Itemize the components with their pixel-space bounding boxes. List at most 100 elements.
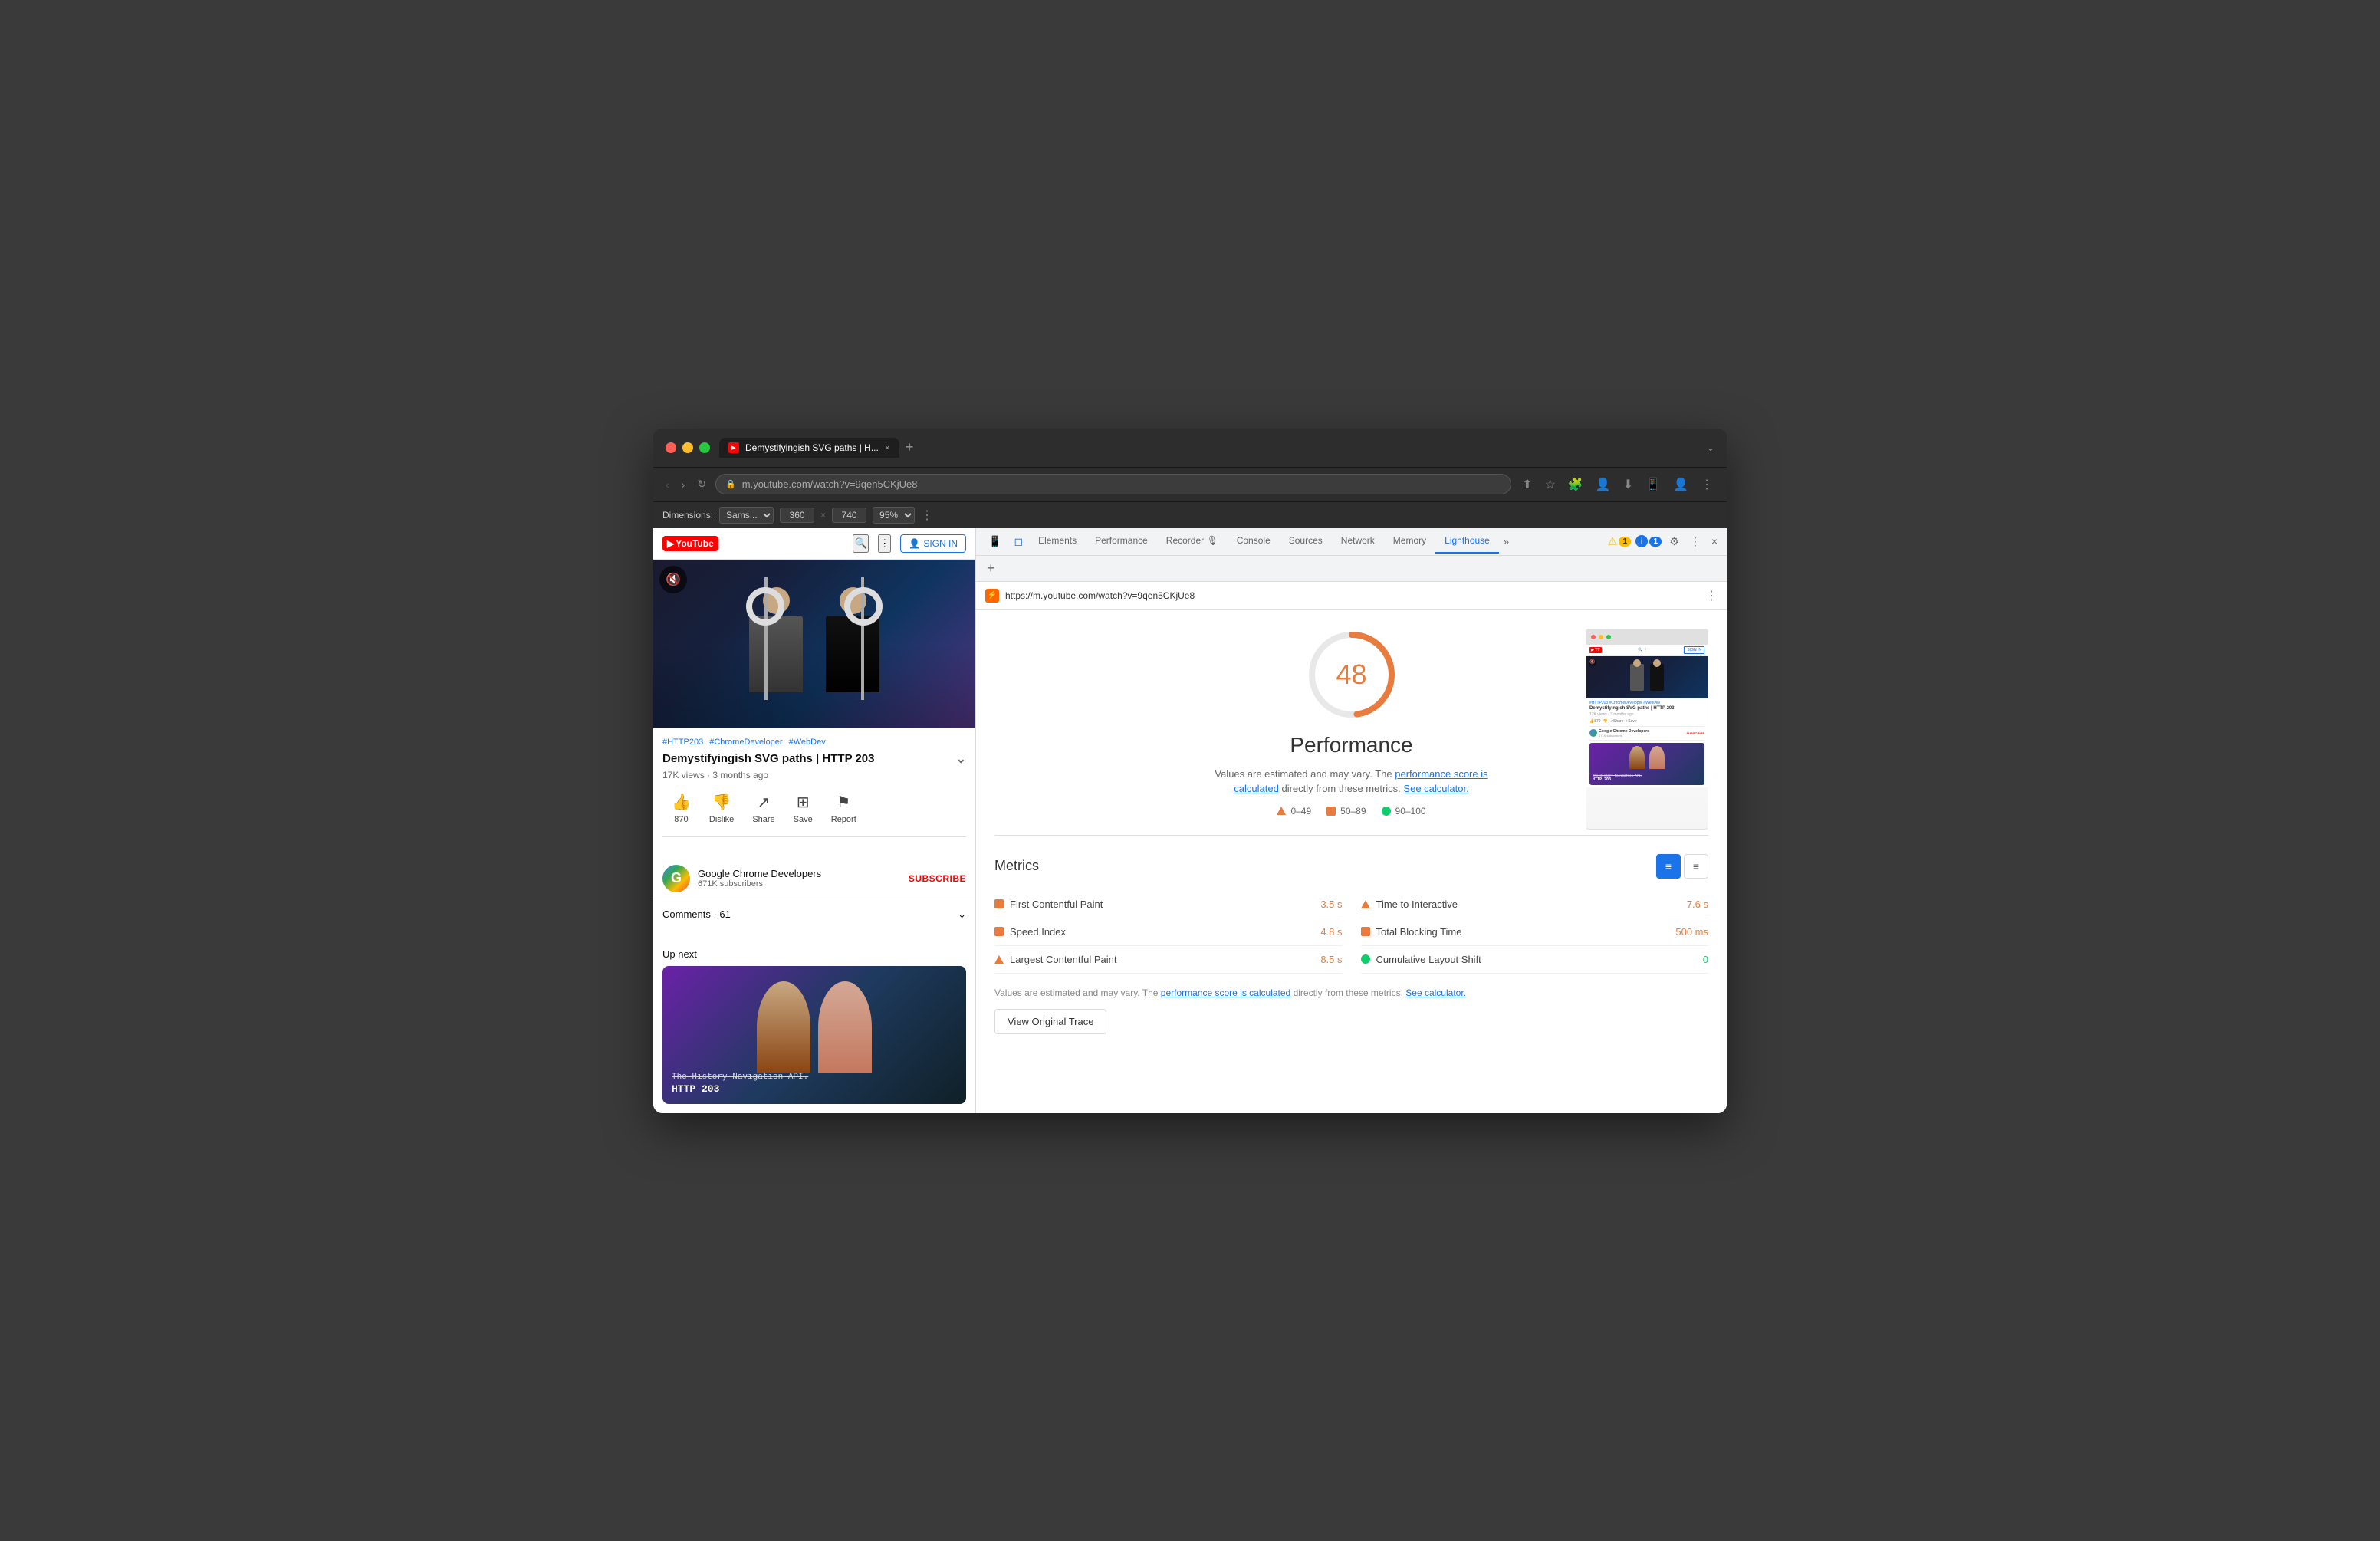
tab-network[interactable]: Network [1332, 529, 1384, 554]
devtools-add-tab-row: + [976, 556, 1727, 582]
more-tabs-button[interactable]: » [1499, 533, 1514, 550]
video-thumbnail[interactable]: 🔇 [653, 560, 975, 728]
score-title: Performance [1198, 733, 1505, 757]
traffic-lights [666, 442, 710, 453]
dimension-separator: × [820, 510, 826, 521]
legend-orange-icon [1326, 807, 1336, 816]
chrome-menu-button[interactable]: ⋮ [1696, 474, 1718, 495]
grid-view-button[interactable]: ≡ [1656, 854, 1681, 879]
thumb-channel-logo [1589, 729, 1597, 737]
tab-sources[interactable]: Sources [1280, 529, 1332, 554]
active-tab[interactable]: Demystifyingish SVG paths | H... × [719, 438, 899, 458]
devtools-inspector-toggle[interactable]: ◻ [1008, 532, 1029, 551]
list-view-button[interactable]: ≡ [1684, 854, 1708, 879]
tab-performance[interactable]: Performance [1086, 529, 1157, 554]
tag-http203[interactable]: #HTTP203 [662, 738, 703, 747]
lighthouse-more-button[interactable]: ⋮ [1705, 588, 1718, 603]
tab-lighthouse[interactable]: Lighthouse [1435, 529, 1499, 554]
video-title: Demystifyingish SVG paths | HTTP 203 ⌄ [662, 751, 966, 767]
bookmark-button[interactable]: ☆ [1540, 474, 1560, 495]
youtube-signin-button[interactable]: 👤 SIGN IN [900, 534, 966, 553]
device-button[interactable]: 📱 [1641, 474, 1665, 495]
tag-webdev[interactable]: #WebDev [789, 738, 826, 747]
legend-green-icon [1382, 807, 1391, 816]
video-info: #HTTP203 #ChromeDeveloper #WebDev Demyst… [653, 728, 975, 859]
devtools-more-button[interactable]: ⋮ [1687, 532, 1704, 551]
maximize-button[interactable] [699, 442, 710, 453]
channel-name[interactable]: Google Chrome Developers [698, 868, 901, 879]
tab-memory[interactable]: Memory [1384, 529, 1435, 554]
devtools-settings-button[interactable]: ⚙ [1666, 532, 1682, 551]
like-button[interactable]: 👍 870 [662, 790, 700, 827]
thumb-channel: Google Chrome Developers 671K subscriber… [1589, 729, 1704, 741]
profile-button[interactable]: 👤 [1668, 474, 1693, 495]
tab-recorder[interactable]: Recorder 🎙 [1157, 529, 1228, 554]
close-button[interactable] [666, 442, 676, 453]
thumb-meta: 17K views · 3 months ago [1589, 712, 1704, 717]
see-calculator-link-2[interactable]: See calculator. [1405, 987, 1466, 998]
lcp-value: 8.5 s [1320, 954, 1342, 965]
tab-close-button[interactable]: × [885, 442, 890, 453]
refresh-button[interactable]: ↻ [694, 475, 709, 494]
minimize-button[interactable] [682, 442, 693, 453]
new-tab-button[interactable]: + [902, 439, 917, 455]
comments-section: Comments · 61 ⌄ [653, 899, 975, 939]
zoom-select[interactable]: 95% [873, 507, 915, 524]
dimensions-menu-button[interactable]: ⋮ [921, 508, 933, 523]
report-label: Report [831, 815, 856, 824]
thumb-next-people [1589, 746, 1704, 769]
performance-score-link-2[interactable]: performance score is calculated [1161, 987, 1290, 998]
save-button[interactable]: ⊞ Save [784, 790, 822, 827]
subscribe-button[interactable]: SUBSCRIBE [909, 873, 966, 884]
website-panel: ▶ YouTube 🔍 ⋮ 👤 SIGN IN [653, 528, 975, 1113]
share-button[interactable]: ⬆ [1517, 474, 1537, 495]
tbt-name: Total Blocking Time [1376, 926, 1670, 938]
address-bar[interactable]: 🔒 m.youtube.com/watch?v=9qen5CKjUe8 [715, 474, 1511, 495]
expand-icon[interactable]: ⌄ [956, 751, 966, 767]
tbt-indicator [1361, 927, 1370, 936]
save-label: Save [794, 815, 813, 824]
report-icon: ⚑ [837, 793, 850, 812]
devtools-close-button[interactable]: × [1708, 532, 1721, 550]
tab-elements[interactable]: Elements [1029, 529, 1086, 554]
screenshot-thumb-header [1586, 629, 1708, 645]
tag-chromedeveloper[interactable]: #ChromeDeveloper [709, 738, 782, 747]
metrics-header: Metrics ≡ ≡ [994, 854, 1708, 879]
youtube-search-button[interactable]: 🔍 [853, 534, 869, 553]
thumb-person-1 [1630, 664, 1644, 691]
next-video-card[interactable]: The History Navigation API. HTTP 203 [662, 966, 966, 1104]
score-desc-text-1: Values are estimated and may vary. The [1215, 768, 1392, 780]
view-original-trace-button[interactable]: View Original Trace [994, 1009, 1106, 1034]
nav-bar: ‹ › ↻ 🔒 m.youtube.com/watch?v=9qen5CKjUe… [653, 467, 1727, 501]
metrics-right-column: Time to Interactive 7.6 s Total Blocking… [1361, 891, 1709, 974]
report-button[interactable]: ⚑ Report [822, 790, 866, 827]
back-button[interactable]: ‹ [662, 475, 672, 494]
capture-button[interactable]: 👤 [1591, 474, 1616, 495]
screenshot-thumbnail: ▶ YT 🔍 ⋮ SIGN IN [1586, 629, 1708, 830]
height-input[interactable] [832, 508, 866, 523]
metrics-view-buttons: ≡ ≡ [1656, 854, 1708, 879]
width-input[interactable] [780, 508, 814, 523]
dislike-button[interactable]: 👎 Dislike [700, 790, 743, 827]
score-gauge: 48 [1306, 629, 1398, 721]
add-tab-button[interactable]: + [982, 559, 1000, 578]
comments-expand-icon[interactable]: ⌄ [958, 909, 966, 921]
tab-console[interactable]: Console [1228, 529, 1280, 554]
device-select[interactable]: Sams... [719, 507, 774, 524]
share-button[interactable]: ↗ Share [743, 790, 784, 827]
tab-favicon [728, 442, 739, 453]
mute-icon[interactable]: 🔇 [659, 566, 687, 593]
thumb-next-t1: The History Navigation API. [1593, 774, 1642, 777]
si-indicator [994, 927, 1004, 936]
forward-button[interactable]: › [679, 475, 689, 494]
next-person-1 [757, 981, 810, 1073]
youtube-more-button[interactable]: ⋮ [878, 534, 891, 553]
youtube-logo: ▶ YouTube [662, 536, 718, 551]
note-text-2: directly from these metrics. [1294, 987, 1403, 998]
devtools-device-toggle[interactable]: 📱 [982, 532, 1008, 551]
channel-subs: 671K subscribers [698, 879, 901, 889]
see-calculator-link-1[interactable]: See calculator. [1403, 783, 1468, 794]
youtube-logo-text: YouTube [676, 538, 714, 549]
download-button[interactable]: ⬇ [1619, 474, 1638, 495]
extensions-button[interactable]: 🧩 [1563, 474, 1588, 495]
